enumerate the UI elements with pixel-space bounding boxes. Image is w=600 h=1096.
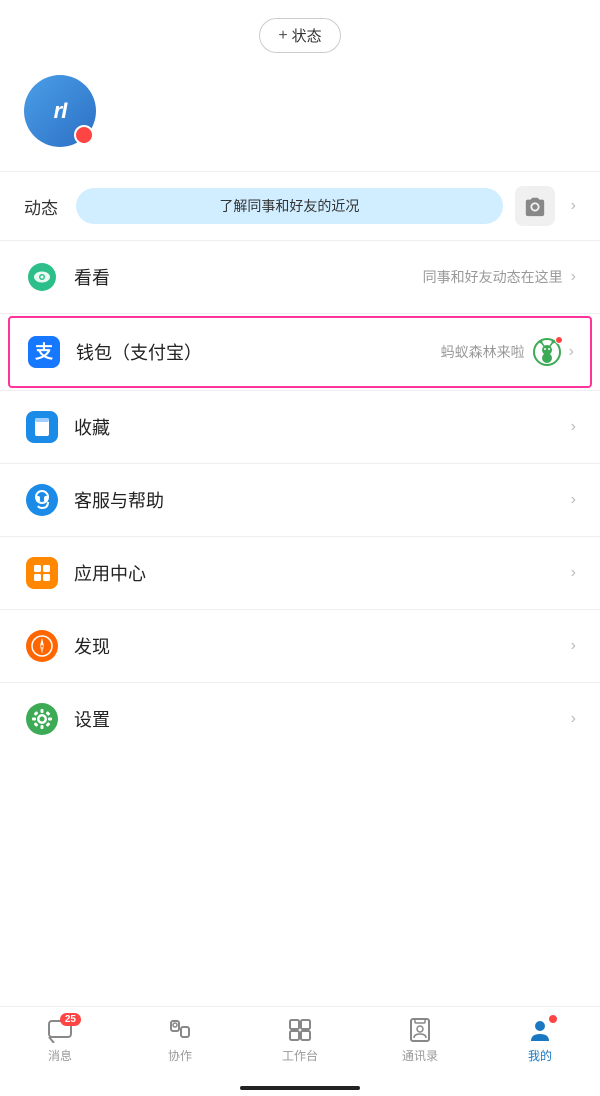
alipay-icon: 支 — [28, 336, 60, 368]
wallet-label: 钱包（支付宝） — [76, 339, 441, 365]
avatar-text: rI — [54, 98, 67, 124]
add-status-button[interactable]: + 状态 — [259, 18, 340, 53]
kankang-label: 看看 — [74, 264, 423, 290]
customer-service-right: › — [571, 491, 576, 509]
settings-right: › — [571, 710, 576, 728]
gear-icon — [26, 703, 58, 735]
menu-item-kankang[interactable]: 看看 同事和好友动态在这里 › — [0, 241, 600, 313]
mine-dot — [549, 1015, 557, 1023]
nav-item-messages[interactable]: 25 消息 — [30, 1017, 90, 1064]
avatar-container[interactable]: rI — [24, 75, 96, 147]
home-indicator — [240, 1086, 360, 1090]
kankang-chevron: › — [571, 268, 576, 286]
nav-workbench-label: 工作台 — [282, 1047, 318, 1064]
menu-item-customer-service[interactable]: 客服与帮助 › — [0, 464, 600, 536]
nav-cooperation-icon-wrap — [167, 1017, 193, 1043]
wallet-right: 蚂蚁森林来啦 › — [441, 338, 574, 366]
menu-item-discover[interactable]: 发现 › — [0, 610, 600, 682]
discover-chevron: › — [571, 637, 576, 655]
menu-item-wallet[interactable]: 支 钱包（支付宝） 蚂蚁森林来啦 › — [8, 316, 592, 388]
nav-mine-label: 我的 — [528, 1047, 552, 1064]
favorites-label: 收藏 — [74, 414, 571, 440]
nav-workbench-icon-wrap — [287, 1017, 313, 1043]
workbench-icon — [287, 1017, 313, 1043]
dongtai-label: 动态 — [24, 194, 64, 219]
top-bar: + 状态 — [0, 0, 600, 65]
ant-forest-icon-container — [533, 338, 561, 366]
appstore-icon — [26, 557, 58, 589]
bottom-nav: 25 消息 协作 工作台 — [0, 1006, 600, 1096]
app-center-label: 应用中心 — [74, 560, 571, 586]
app-center-right: › — [571, 564, 576, 582]
bookmark-icon — [26, 411, 58, 443]
camera-button[interactable] — [515, 186, 555, 226]
dongtai-chevron: › — [571, 197, 576, 215]
nav-contacts-label: 通讯录 — [402, 1047, 438, 1064]
eye-icon — [26, 261, 58, 293]
discover-icon-wrap — [24, 628, 60, 664]
camera-icon — [524, 195, 546, 217]
menu-item-app-center[interactable]: 应用中心 › — [0, 537, 600, 609]
plus-icon: + — [278, 27, 287, 45]
nav-cooperation-label: 协作 — [168, 1047, 192, 1064]
nav-item-cooperation[interactable]: 协作 — [150, 1017, 210, 1064]
profile-area: rI — [0, 65, 600, 171]
kankang-icon-wrap — [24, 259, 60, 295]
nav-item-mine[interactable]: 我的 — [510, 1017, 570, 1064]
nav-item-contacts[interactable]: 通讯录 — [390, 1017, 450, 1064]
svg-text:支: 支 — [34, 341, 54, 362]
settings-icon-wrap — [24, 701, 60, 737]
discover-right: › — [571, 637, 576, 655]
nav-item-workbench[interactable]: 工作台 — [270, 1017, 330, 1064]
nav-messages-icon-wrap: 25 — [47, 1017, 73, 1043]
favorites-right: › — [571, 418, 576, 436]
wallet-chevron: › — [569, 343, 574, 361]
customer-service-icon-wrap — [24, 482, 60, 518]
customer-service-chevron: › — [571, 491, 576, 509]
settings-label: 设置 — [74, 706, 571, 732]
dongtai-bubble[interactable]: 了解同事和好友的近况 — [76, 188, 503, 224]
headset-icon — [26, 484, 58, 516]
favorites-icon-wrap — [24, 409, 60, 445]
avatar-badge — [74, 125, 94, 145]
customer-service-label: 客服与帮助 — [74, 487, 571, 513]
settings-chevron: › — [571, 710, 576, 728]
cooperation-icon — [167, 1017, 193, 1043]
messages-badge: 25 — [60, 1013, 81, 1026]
app-center-icon-wrap — [24, 555, 60, 591]
favorites-chevron: › — [571, 418, 576, 436]
nav-mine-icon-wrap — [527, 1017, 553, 1043]
nav-messages-label: 消息 — [48, 1047, 72, 1064]
menu-item-favorites[interactable]: 收藏 › — [0, 391, 600, 463]
add-status-label: 状态 — [292, 25, 322, 46]
wallet-right-text: 蚂蚁森林来啦 — [441, 342, 525, 362]
dongtai-row[interactable]: 动态 了解同事和好友的近况 › — [0, 172, 600, 240]
wallet-icon-wrap: 支 — [26, 334, 62, 370]
kankang-right-text: 同事和好友动态在这里 — [423, 267, 563, 287]
discover-label: 发现 — [74, 633, 571, 659]
nav-contacts-icon-wrap — [407, 1017, 433, 1043]
app-center-chevron: › — [571, 564, 576, 582]
contacts-icon — [407, 1017, 433, 1043]
menu-item-settings[interactable]: 设置 › — [0, 683, 600, 755]
kankang-right: 同事和好友动态在这里 › — [423, 267, 576, 287]
compass-icon — [26, 630, 58, 662]
divider-kankang — [0, 313, 600, 314]
ant-forest-dot — [555, 336, 563, 344]
